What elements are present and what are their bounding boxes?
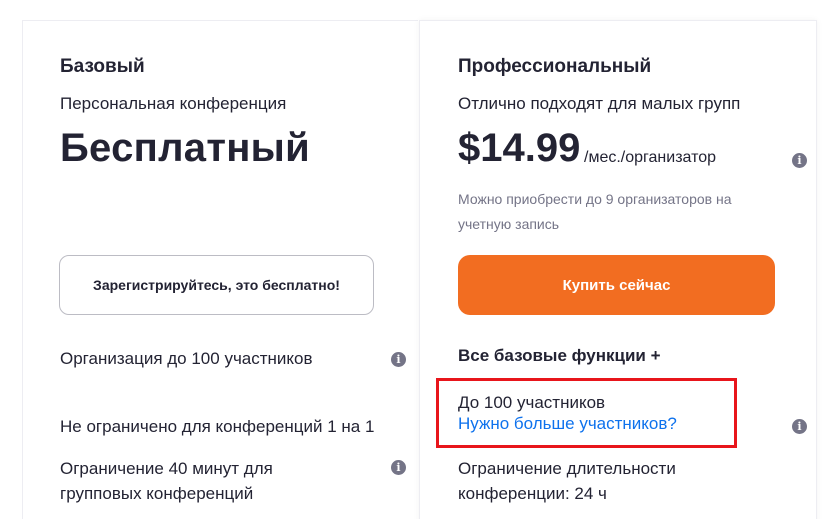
plan-subtitle-basic: Персональная конференция [60,94,287,113]
plan-price-unit: /мес./организатор [584,149,717,166]
plan-price-basic: Бесплатный [60,126,311,170]
register-free-button[interactable]: Зарегистрируйтесь, это бесплатно! [59,255,374,315]
highlight-annotation-box [436,378,737,448]
plan-price-pro: $14.99 [458,126,581,170]
pro-features-header: Все базовые функции + [458,346,661,365]
feature-basic-time-limit: Ограничение 40 минут для групповых конфе… [60,459,273,503]
feature-pro-duration: Ограничение длительности конференции: 24… [458,459,676,503]
buy-now-button[interactable]: Купить сейчас [458,255,775,315]
pricing-page: Базовый Персональная конференция Бесплат… [0,0,838,519]
info-icon[interactable]: i [391,460,406,475]
info-icon[interactable]: i [391,352,406,367]
plan-name-pro: Профессиональный [458,56,652,77]
info-icon[interactable]: i [792,153,807,168]
feature-basic-participants: Организация до 100 участников [60,349,313,368]
feature-basic-one-on-one: Не ограничено для конференций 1 на 1 [60,417,375,436]
pro-hosts-note: Можно приобрести до 9 организаторов на у… [458,191,732,232]
info-icon[interactable]: i [792,419,807,434]
plan-name-basic: Базовый [60,56,145,77]
plan-subtitle-pro: Отлично подходят для малых групп [458,94,741,113]
